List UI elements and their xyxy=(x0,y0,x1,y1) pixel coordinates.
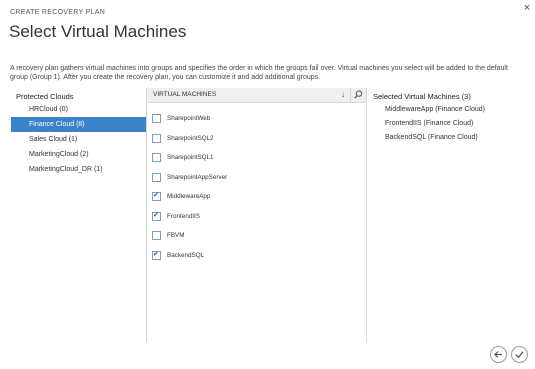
vm-checkbox[interactable] xyxy=(152,250,161,260)
checkmark-icon xyxy=(515,351,524,359)
vm-column-header[interactable]: VIRTUAL MACHINES ↓ xyxy=(147,88,366,103)
vm-checkbox[interactable] xyxy=(152,231,161,240)
selected-vms-list: MiddlewareApp (Finance Cloud) FrontendII… xyxy=(385,106,485,148)
sort-down-icon[interactable]: ↓ xyxy=(338,89,348,101)
search-icon[interactable] xyxy=(350,88,366,102)
vm-column-header-label: VIRTUAL MACHINES xyxy=(153,91,217,98)
back-button[interactable] xyxy=(490,346,507,363)
vm-name: SharepointWeb xyxy=(167,115,211,122)
selected-vm-item: MiddlewareApp (Finance Cloud) xyxy=(385,106,485,113)
vm-name: SharepointSQL1 xyxy=(167,154,214,161)
protected-clouds-list: HRCloud (0) Finance Cloud (8) Sales Clou… xyxy=(11,102,146,177)
finish-button[interactable] xyxy=(511,346,528,363)
vm-checkbox[interactable] xyxy=(152,133,161,143)
close-icon[interactable]: × xyxy=(521,2,533,14)
page-title: Select Virtual Machines xyxy=(9,22,187,41)
vm-checkbox[interactable] xyxy=(152,211,161,221)
vm-name: SharepointAppServer xyxy=(167,173,228,181)
protected-clouds-heading: Protected Clouds xyxy=(16,92,74,101)
selected-vm-item: FrontendIIS (Finance Cloud) xyxy=(385,120,474,127)
back-arrow-icon xyxy=(494,351,502,358)
description-text: A recovery plan gathers virtual machines… xyxy=(10,65,508,81)
cloud-item-marketingcloud[interactable]: MarketingCloud (2) xyxy=(11,147,146,162)
selected-vm-item: BackendSQL (Finance Cloud) xyxy=(385,134,478,141)
selected-vms-heading: Selected Virtual Machines (3) xyxy=(373,92,471,101)
vm-checkbox[interactable] xyxy=(152,153,161,162)
vm-name: MiddlewareApp xyxy=(167,193,211,200)
cloud-item-sales-cloud[interactable]: Sales Cloud (1) xyxy=(11,132,146,147)
virtual-machines-panel: VIRTUAL MACHINES ↓ SharepointWeb Sharepo… xyxy=(146,88,367,342)
cloud-item-finance-cloud[interactable]: Finance Cloud (8) xyxy=(11,117,146,132)
cloud-item-hrcloud[interactable]: HRCloud (0) xyxy=(11,102,146,117)
vm-checkbox[interactable] xyxy=(152,172,161,182)
cloud-item-marketingcloud-dr[interactable]: MarketingCloud_DR (1) xyxy=(11,162,146,177)
vm-name: FrontendIIS xyxy=(167,212,200,220)
vm-checkbox[interactable] xyxy=(152,114,161,123)
vm-name: BackendSQL xyxy=(167,251,205,259)
vm-name: SharepointSQL2 xyxy=(167,134,214,142)
wizard-label: CREATE RECOVERY PLAN xyxy=(10,9,106,16)
vm-checkbox[interactable] xyxy=(152,191,161,201)
vm-name: FBVM xyxy=(167,232,185,239)
